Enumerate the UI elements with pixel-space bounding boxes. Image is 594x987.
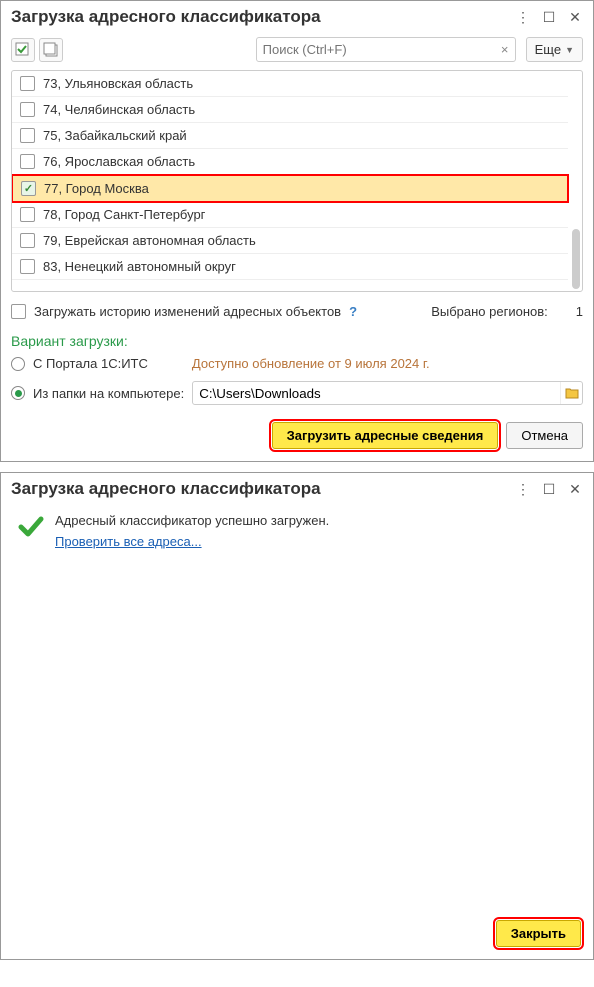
close-icon[interactable]: ✕ <box>567 9 583 25</box>
region-checkbox[interactable] <box>20 233 35 248</box>
region-label: 76, Ярославская область <box>43 154 195 169</box>
success-message: Адресный классификатор успешно загружен. <box>55 513 329 528</box>
check-all-icon <box>15 42 31 58</box>
menu-icon[interactable]: ⋮ <box>515 481 531 497</box>
close-button[interactable]: Закрыть <box>496 920 581 947</box>
close-icon[interactable]: ✕ <box>567 481 583 497</box>
uncheck-all-icon <box>43 42 59 58</box>
search-box: × <box>256 37 516 62</box>
result-window-header: Загрузка адресного классификатора ⋮ ☐ ✕ <box>1 473 593 505</box>
radio-row-portal: С Портала 1С:ИТС Доступно обновление от … <box>1 351 593 376</box>
region-label: 75, Забайкальский край <box>43 128 187 143</box>
result-window-controls: ⋮ ☐ ✕ <box>515 481 583 497</box>
folder-icon <box>565 387 579 399</box>
update-info: Доступно обновление от 9 июля 2024 г. <box>192 356 430 371</box>
help-icon[interactable]: ? <box>349 304 357 319</box>
region-item-73[interactable]: 73, Ульяновская область <box>12 71 568 97</box>
search-clear-icon[interactable]: × <box>495 42 515 57</box>
toolbar: × Еще ▼ <box>1 33 593 66</box>
region-checkbox[interactable] <box>20 154 35 169</box>
region-item-76[interactable]: 76, Ярославская область <box>12 149 568 175</box>
search-input[interactable] <box>257 39 495 60</box>
result-window: Загрузка адресного классификатора ⋮ ☐ ✕ … <box>0 472 594 960</box>
more-button[interactable]: Еще ▼ <box>526 37 583 62</box>
region-item-78[interactable]: 78, Город Санкт-Петербург <box>12 202 568 228</box>
result-window-title: Загрузка адресного классификатора <box>11 479 321 499</box>
check-addresses-link[interactable]: Проверить все адреса... <box>55 534 202 549</box>
window-title: Загрузка адресного классификатора <box>11 7 321 27</box>
history-checkbox-label: Загружать историю изменений адресных объ… <box>34 304 341 319</box>
scrollbar[interactable] <box>570 73 580 289</box>
uncheck-all-button[interactable] <box>39 38 63 62</box>
region-label: 77, Город Москва <box>44 181 149 196</box>
folder-path-input[interactable] <box>193 383 560 404</box>
history-checkbox[interactable] <box>11 304 26 319</box>
scroll-thumb[interactable] <box>572 229 580 289</box>
button-row: Загрузить адресные сведения Отмена <box>1 410 593 461</box>
main-window: Загрузка адресного классификатора ⋮ ☐ ✕ … <box>0 0 594 462</box>
success-row: Адресный классификатор успешно загружен.… <box>1 505 593 557</box>
menu-icon[interactable]: ⋮ <box>515 9 531 25</box>
success-check-icon <box>17 513 45 541</box>
region-item-79[interactable]: 79, Еврейская автономная область <box>12 228 568 254</box>
close-button-row: Закрыть <box>1 908 593 959</box>
path-input-wrap <box>192 381 583 405</box>
variant-label: Вариант загрузки: <box>1 327 593 351</box>
region-item-77[interactable]: ✓ 77, Город Москва <box>11 174 569 203</box>
region-item-75[interactable]: 75, Забайкальский край <box>12 123 568 149</box>
window-controls: ⋮ ☐ ✕ <box>515 9 583 25</box>
region-label: 74, Челябинская область <box>43 102 195 117</box>
selected-label: Выбрано регионов: <box>431 304 548 319</box>
options-row: Загружать историю изменений адресных объ… <box>1 296 593 327</box>
region-label: 78, Город Санкт-Петербург <box>43 207 205 222</box>
region-checkbox[interactable] <box>20 207 35 222</box>
maximize-icon[interactable]: ☐ <box>541 481 557 497</box>
region-label: 83, Ненецкий автономный округ <box>43 259 236 274</box>
folder-browse-button[interactable] <box>560 382 582 404</box>
success-content: Адресный классификатор успешно загружен.… <box>55 513 329 549</box>
maximize-icon[interactable]: ☐ <box>541 9 557 25</box>
cancel-button[interactable]: Отмена <box>506 422 583 449</box>
radio-folder[interactable] <box>11 386 25 400</box>
region-label: 73, Ульяновская область <box>43 76 193 91</box>
selected-count: 1 <box>576 304 583 319</box>
region-checkbox[interactable] <box>20 102 35 117</box>
radio-portal-label: С Портала 1С:ИТС <box>33 356 148 371</box>
region-label: 79, Еврейская автономная область <box>43 233 256 248</box>
check-all-button[interactable] <box>11 38 35 62</box>
region-checkbox[interactable] <box>20 76 35 91</box>
radio-portal[interactable] <box>11 357 25 371</box>
radio-row-folder: Из папки на компьютере: <box>1 376 593 410</box>
region-checkbox[interactable] <box>20 259 35 274</box>
chevron-down-icon: ▼ <box>565 45 574 55</box>
region-checkbox[interactable]: ✓ <box>21 181 36 196</box>
region-checkbox[interactable] <box>20 128 35 143</box>
radio-folder-label: Из папки на компьютере: <box>33 386 184 401</box>
window-header: Загрузка адресного классификатора ⋮ ☐ ✕ <box>1 1 593 33</box>
load-button[interactable]: Загрузить адресные сведения <box>272 422 499 449</box>
region-item-83[interactable]: 83, Ненецкий автономный округ <box>12 254 568 280</box>
region-item-74[interactable]: 74, Челябинская область <box>12 97 568 123</box>
region-list: 73, Ульяновская область 74, Челябинская о… <box>11 70 583 292</box>
more-button-label: Еще <box>535 42 561 57</box>
